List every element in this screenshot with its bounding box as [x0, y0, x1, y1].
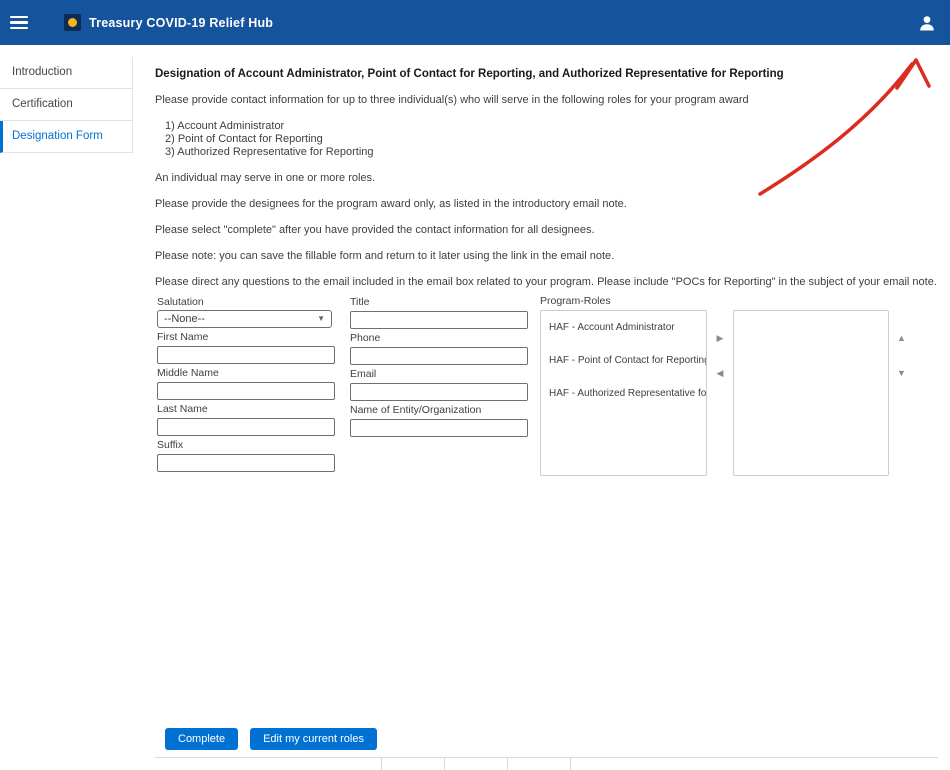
title-input[interactable] [350, 311, 528, 329]
listbox-order-controls: ▲ ▼ [895, 332, 908, 380]
form-heading: Designation of Account Administrator, Po… [155, 68, 938, 81]
move-right-icon[interactable]: ▶ [715, 332, 726, 345]
sidebar-item-introduction[interactable]: Introduction [0, 57, 132, 89]
form-actions: Complete Edit my current roles [165, 728, 377, 750]
salutation-selected-value: --None-- [164, 313, 205, 325]
program-role-option[interactable]: HAF - Point of Contact for Reporting [541, 344, 706, 377]
table-cell [382, 758, 445, 770]
table-cell [508, 758, 571, 770]
form-paragraph: Please direct any questions to the email… [155, 276, 938, 289]
sidebar-item-designation-form[interactable]: Designation Form [0, 121, 132, 153]
program-roles-dual-listbox: HAF - Account Administrator HAF - Point … [540, 310, 908, 476]
email-input[interactable] [350, 383, 528, 401]
program-roles-label: Program-Roles [540, 296, 908, 307]
roles-numbered-list: 1) Account Administrator 2) Point of Con… [165, 120, 938, 159]
roles-list-item: 1) Account Administrator [165, 120, 938, 133]
suffix-label: Suffix [157, 439, 339, 451]
salutation-select[interactable]: --None-- ▼ [157, 310, 332, 328]
first-name-label: First Name [157, 331, 339, 343]
table-cell [155, 758, 382, 770]
phone-input[interactable] [350, 347, 528, 365]
sidebar-item-certification[interactable]: Certification [0, 89, 132, 121]
middle-name-input[interactable] [157, 382, 335, 400]
form-paragraph: Please select "complete" after you have … [155, 224, 938, 237]
middle-name-label: Middle Name [157, 367, 339, 379]
chevron-down-icon: ▼ [317, 315, 325, 323]
brand: Treasury COVID-19 Relief Hub [64, 14, 273, 31]
last-name-input[interactable] [157, 418, 335, 436]
sidebar-nav: Introduction Certification Designation F… [0, 57, 133, 153]
app-title: Treasury COVID-19 Relief Hub [89, 16, 273, 30]
user-avatar-icon[interactable] [918, 14, 936, 32]
last-name-label: Last Name [157, 403, 339, 415]
title-label: Title [350, 296, 532, 308]
form-paragraph: An individual may serve in one or more r… [155, 172, 938, 185]
listbox-move-controls: ▶ ◀ [707, 332, 733, 380]
entity-label: Name of Entity/Organization [350, 404, 532, 416]
designation-form-panel: Designation of Account Administrator, Po… [155, 58, 938, 532]
complete-button[interactable]: Complete [165, 728, 238, 750]
treasury-logo-icon [64, 14, 81, 31]
contact-form: Salutation --None-- ▼ First Name Middle … [155, 296, 938, 532]
edit-roles-button[interactable]: Edit my current roles [250, 728, 377, 750]
form-intro: Please provide contact information for u… [155, 94, 938, 107]
phone-label: Phone [350, 332, 532, 344]
roles-list-item: 2) Point of Contact for Reporting [165, 133, 938, 146]
roles-list-item: 3) Authorized Representative for Reporti… [165, 146, 938, 159]
table-cell [571, 758, 938, 770]
email-label: Email [350, 368, 532, 380]
app-header: Treasury COVID-19 Relief Hub [0, 0, 950, 45]
form-paragraph: Please provide the designees for the pro… [155, 198, 938, 211]
suffix-input[interactable] [157, 454, 335, 472]
move-left-icon[interactable]: ◀ [715, 367, 726, 380]
table-cell [445, 758, 508, 770]
program-role-option[interactable]: HAF - Authorized Representative fo... [541, 377, 706, 410]
program-role-option[interactable]: HAF - Account Administrator [541, 311, 706, 344]
menu-icon[interactable] [10, 16, 28, 30]
move-down-icon[interactable]: ▼ [895, 367, 908, 380]
move-up-icon[interactable]: ▲ [895, 332, 908, 345]
partial-table-header [155, 757, 938, 770]
salutation-label: Salutation [157, 296, 339, 308]
program-roles-selected-listbox[interactable] [733, 310, 889, 476]
form-paragraph: Please note: you can save the fillable f… [155, 250, 938, 263]
program-roles-available-listbox[interactable]: HAF - Account Administrator HAF - Point … [540, 310, 707, 476]
entity-input[interactable] [350, 419, 528, 437]
first-name-input[interactable] [157, 346, 335, 364]
